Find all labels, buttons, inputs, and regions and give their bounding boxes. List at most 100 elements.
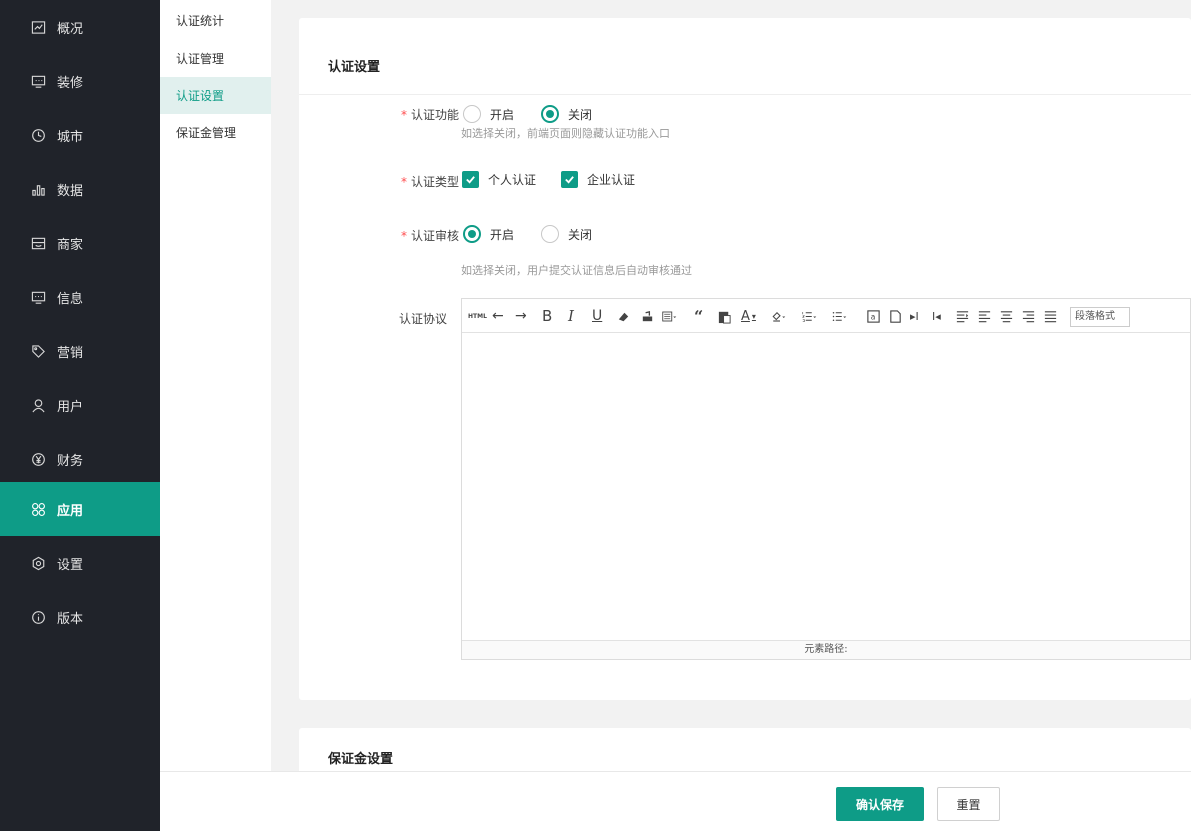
cert-review-hint: 如选择关闭，用户提交认证信息后自动审核通过 (461, 264, 692, 277)
sidebar-item-label: 用户 (57, 399, 84, 415)
tag-icon (30, 343, 46, 359)
checkmark-icon (462, 171, 479, 188)
cert-function-off-radio[interactable]: 关闭 (541, 105, 592, 123)
footer-action-bar: 确认保存 重置 (160, 771, 1191, 831)
confirm-save-button[interactable]: 确认保存 (836, 787, 924, 821)
sidebar-item-settings[interactable]: 设置 (0, 536, 160, 590)
align-right-icon[interactable] (1021, 305, 1036, 327)
checkmark-icon (561, 171, 578, 188)
svg-text:a: a (871, 312, 876, 321)
paste-plain-icon[interactable] (717, 305, 732, 327)
align-left-icon[interactable] (977, 305, 992, 327)
undo-icon[interactable]: ← (492, 305, 504, 327)
enterprise-cert-checkbox[interactable]: 企业认证 (561, 171, 635, 188)
redo-icon[interactable]: → (515, 305, 527, 327)
personal-cert-checkbox[interactable]: 个人认证 (462, 171, 536, 188)
eraser-icon[interactable] (616, 305, 631, 327)
italic-icon[interactable]: I (568, 305, 574, 327)
font-color-icon[interactable]: A ▾ (741, 305, 756, 327)
merchant-icon (30, 235, 46, 251)
info-icon (30, 609, 46, 625)
html-source-button[interactable]: HTML (468, 305, 487, 327)
element-path-bar: 元素路径: (462, 640, 1190, 659)
blockquote-icon[interactable]: “ (694, 305, 703, 327)
format-painter-icon[interactable] (640, 305, 655, 327)
main-sidebar: 概况 装修 城市 数据 商家 信息 营销 用户 财务 应用 设置 版本 (0, 0, 160, 831)
submenu-item-cert-settings[interactable]: 认证设置 (160, 77, 271, 114)
align-justify-icon[interactable] (1043, 305, 1058, 327)
sidebar-item-message[interactable]: 信息 (0, 270, 160, 324)
sidebar-item-label: 信息 (57, 291, 84, 307)
sidebar-item-overview[interactable]: 概况 (0, 0, 160, 54)
paragraph-format-select[interactable]: 段落格式 (1070, 307, 1130, 327)
sidebar-item-label: 概况 (57, 21, 84, 37)
cert-function-on-radio[interactable]: 开启 (463, 105, 514, 123)
auto-format-icon[interactable] (662, 305, 677, 327)
cert-function-label: * 认证功能 (400, 108, 459, 122)
radio-circle (541, 225, 559, 243)
section-title: 认证设置 (328, 60, 381, 75)
cert-review-off-radio[interactable]: 关闭 (541, 225, 592, 243)
cert-type-label: * 认证类型 (400, 175, 459, 189)
indent-icon[interactable]: ▸I (910, 305, 919, 327)
rich-text-editor: HTML ← → B I U “ A ▾ a ▸I I◂ 段落格式 元素路径: (461, 298, 1191, 660)
required-marker: * (400, 175, 407, 189)
apps-icon (30, 501, 46, 517)
submenu-item-cert-manage[interactable]: 认证管理 (160, 40, 271, 77)
sidebar-item-label: 城市 (57, 129, 84, 145)
sidebar-item-users[interactable]: 用户 (0, 378, 160, 432)
anchor-icon[interactable]: a (866, 305, 881, 327)
align-center-icon[interactable] (999, 305, 1014, 327)
data-chart-icon (30, 181, 46, 197)
radio-circle-selected (541, 105, 559, 123)
cert-review-on-radio[interactable]: 开启 (463, 225, 514, 243)
sidebar-item-apps[interactable]: 应用 (0, 482, 160, 536)
sidebar-item-merchant[interactable]: 商家 (0, 216, 160, 270)
required-marker: * (400, 229, 407, 243)
sidebar-item-data[interactable]: 数据 (0, 162, 160, 216)
outdent-icon[interactable]: I◂ (932, 305, 941, 327)
editor-toolbar: HTML ← → B I U “ A ▾ a ▸I I◂ 段落格式 (462, 299, 1190, 333)
overview-icon (30, 19, 46, 35)
user-icon (30, 397, 46, 413)
background-color-icon[interactable] (771, 305, 786, 327)
city-icon (30, 127, 46, 143)
unordered-list-icon[interactable] (832, 305, 847, 327)
yuan-icon (30, 451, 46, 467)
radio-circle-selected (463, 225, 481, 243)
main-content: 认证设置 * 认证功能 开启 关闭 如选择关闭，前端页面则隐藏认证功能入口 * 认证… (271, 0, 1191, 831)
radio-circle (463, 105, 481, 123)
message-icon (30, 289, 46, 305)
ordered-list-icon[interactable] (802, 305, 817, 327)
sidebar-item-label: 数据 (57, 183, 84, 199)
sidebar-item-decoration[interactable]: 装修 (0, 54, 160, 108)
page-break-icon[interactable] (888, 305, 903, 327)
bold-icon[interactable]: B (542, 305, 552, 327)
sidebar-item-version[interactable]: 版本 (0, 590, 160, 644)
submenu-item-deposit-manage[interactable]: 保证金管理 (160, 114, 271, 151)
line-spacing-icon[interactable] (955, 305, 970, 327)
sidebar-item-label: 版本 (57, 611, 84, 627)
divider (299, 94, 1191, 95)
sidebar-item-label: 营销 (57, 345, 84, 361)
submenu-item-cert-stats[interactable]: 认证统计 (160, 2, 271, 39)
decoration-icon (30, 73, 46, 89)
certification-settings-card: 认证设置 * 认证功能 开启 关闭 如选择关闭，前端页面则隐藏认证功能入口 * 认证… (299, 18, 1191, 700)
cert-review-label: * 认证审核 (400, 229, 459, 243)
sidebar-item-finance[interactable]: 财务 (0, 432, 160, 486)
sidebar-item-label: 装修 (57, 75, 84, 91)
sidebar-item-label: 设置 (57, 557, 84, 573)
underline-icon[interactable]: U (592, 305, 602, 327)
section-title: 保证金设置 (328, 752, 394, 767)
editor-content-area[interactable] (462, 334, 1190, 640)
sidebar-item-label: 应用 (57, 503, 84, 519)
sidebar-item-label: 商家 (57, 237, 84, 253)
secondary-sidebar: 认证统计 认证管理 认证设置 保证金管理 (160, 0, 271, 831)
sidebar-item-city[interactable]: 城市 (0, 108, 160, 162)
cert-function-hint: 如选择关闭，前端页面则隐藏认证功能入口 (461, 127, 670, 140)
sidebar-item-marketing[interactable]: 营销 (0, 324, 160, 378)
cert-agreement-label: 认证协议 (398, 312, 447, 326)
required-marker: * (400, 108, 407, 122)
reset-button[interactable]: 重置 (937, 787, 1000, 821)
sidebar-item-label: 财务 (57, 453, 84, 469)
